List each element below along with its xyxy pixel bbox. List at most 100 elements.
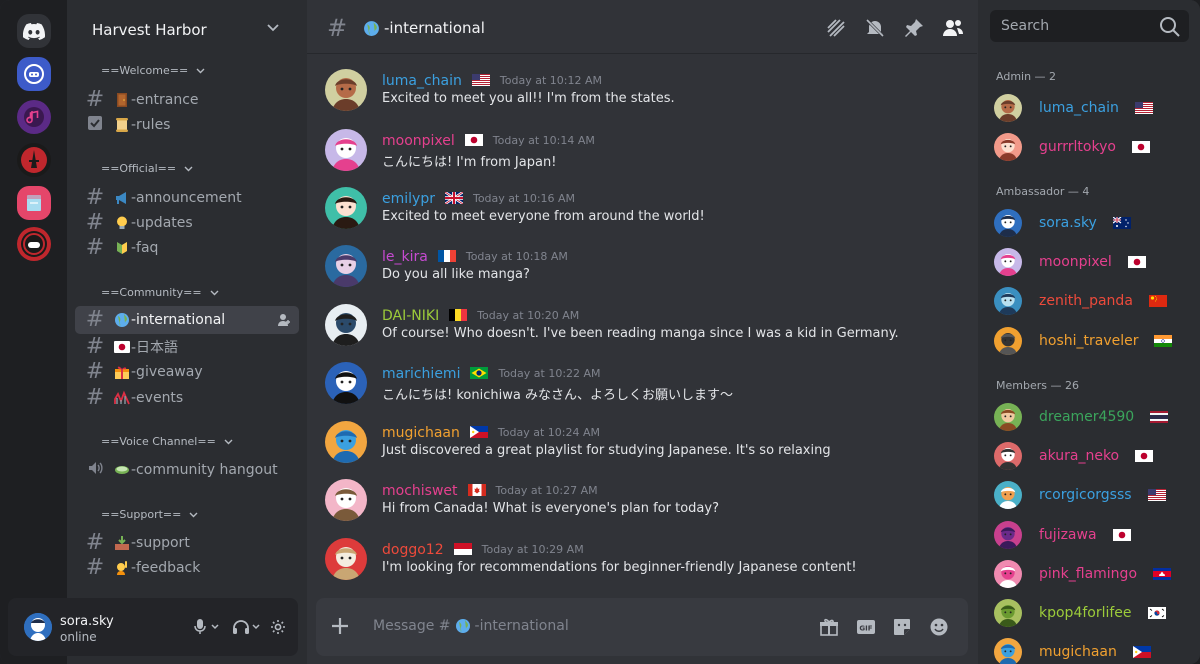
plus-icon[interactable]: [328, 614, 352, 638]
message-author[interactable]: doggo12: [382, 542, 444, 558]
server-icon-gamepad[interactable]: [17, 227, 51, 261]
avatar[interactable]: [325, 187, 367, 229]
avatar[interactable]: [325, 245, 367, 287]
member-name: mugichaan: [1039, 644, 1117, 661]
channel-announcement[interactable]: # -announcement: [75, 184, 299, 212]
avatar[interactable]: [325, 304, 367, 346]
message-header: luma_chain Today at 10:12 AM: [382, 71, 602, 90]
message-author[interactable]: mochiswet: [382, 483, 458, 499]
message-author[interactable]: DAI-NIKI: [382, 308, 439, 324]
channel-international[interactable]: # -international: [75, 306, 299, 334]
channel-giveaway[interactable]: # -giveaway: [75, 358, 299, 386]
channel-faq[interactable]: # -faq: [75, 234, 299, 262]
server-icon-game-controller[interactable]: [17, 57, 51, 91]
avatar[interactable]: [325, 362, 367, 404]
hash-icon: #: [85, 307, 105, 332]
member-item[interactable]: zenith_panda: [994, 285, 1194, 317]
message-author[interactable]: le_kira: [382, 249, 428, 265]
message-author[interactable]: emilypr: [382, 191, 435, 207]
chat-message: mochiswet Today at 10:27 AM Hi from Cana…: [325, 479, 965, 531]
notification-bell-muted-icon[interactable]: [865, 18, 885, 38]
category-welcome[interactable]: ==Welcome==: [101, 64, 205, 77]
gift-icon[interactable]: [819, 617, 839, 637]
channel-japanese[interactable]: # -日本語: [75, 333, 299, 361]
channel-label: -日本語: [131, 340, 179, 356]
avatar[interactable]: [325, 421, 367, 463]
message-input[interactable]: Message # -international: [373, 618, 569, 634]
emoji-icon[interactable]: [929, 617, 949, 637]
member-item[interactable]: mugichaan: [994, 636, 1194, 664]
channel-entrance[interactable]: # -entrance: [75, 86, 299, 114]
placeholder-channel: -international: [474, 618, 569, 634]
channel-label: -support: [131, 535, 190, 551]
microphone-icon[interactable]: [193, 619, 223, 635]
server-icon-notebook[interactable]: [17, 186, 51, 220]
member-item[interactable]: luma_chain: [994, 92, 1194, 124]
member-list-icon[interactable]: [942, 18, 964, 38]
threads-icon[interactable]: [826, 18, 846, 38]
category-label: ==Community==: [101, 286, 202, 299]
avatar[interactable]: [325, 479, 367, 521]
discord-home-icon[interactable]: [17, 14, 51, 48]
avatar[interactable]: [325, 538, 367, 580]
search-input[interactable]: Search: [990, 10, 1189, 42]
member-item[interactable]: dreamer4590: [994, 401, 1194, 433]
category-official[interactable]: ==Official==: [101, 162, 193, 175]
channel-support[interactable]: # -support: [75, 529, 299, 557]
avatar[interactable]: [24, 613, 52, 641]
hash-icon: #: [327, 14, 348, 42]
category-voice-channel[interactable]: ==Voice Channel==: [101, 435, 233, 448]
server-icon-tower[interactable]: [17, 143, 51, 177]
sticker-icon[interactable]: [892, 617, 912, 637]
member-item[interactable]: moonpixel: [994, 246, 1194, 278]
server-header[interactable]: Harvest Harbor: [67, 0, 307, 60]
chevron-down-icon: [184, 166, 193, 171]
channel-community-hangout[interactable]: -community hangout: [75, 456, 299, 484]
message-author[interactable]: moonpixel: [382, 133, 455, 149]
channel-updates[interactable]: # -updates: [75, 209, 299, 237]
server-icon-music[interactable]: [17, 100, 51, 134]
message-header: moonpixel Today at 10:14 AM: [382, 131, 595, 150]
headphones-icon[interactable]: [232, 619, 264, 635]
avatar[interactable]: [325, 129, 367, 171]
channel-label: -feedback: [131, 560, 201, 576]
settings-gear-icon[interactable]: [270, 619, 286, 635]
channel-label: -community hangout: [131, 462, 278, 478]
category-support[interactable]: ==Support==: [101, 508, 198, 521]
member-group-header: Admin — 2: [996, 70, 1057, 83]
channel-label: -giveaway: [131, 364, 203, 380]
megaphone-icon: [113, 189, 131, 207]
category-community[interactable]: ==Community==: [101, 286, 219, 299]
avatar: [994, 326, 1022, 355]
member-item[interactable]: kpop4forlifee: [994, 597, 1194, 629]
add-member-icon[interactable]: [277, 313, 291, 327]
member-item[interactable]: sora.sky: [994, 207, 1194, 239]
hash-icon: #: [85, 185, 105, 210]
channel-feedback[interactable]: # -feedback: [75, 554, 299, 582]
channel-events[interactable]: # -events: [75, 384, 299, 412]
member-name: zenith_panda: [1039, 293, 1133, 310]
message-composer[interactable]: Message # -international GIF: [316, 598, 968, 656]
member-item[interactable]: akura_neko: [994, 440, 1194, 472]
member-item[interactable]: rcorgicorgsss: [994, 479, 1194, 511]
member-item[interactable]: hoshi_traveler: [994, 325, 1194, 357]
message-text: Of course! Who doesn't. I've been readin…: [382, 326, 899, 341]
message-author[interactable]: marichiemi: [382, 366, 460, 382]
member-item[interactable]: gurrrltokyo: [994, 131, 1194, 163]
gif-icon[interactable]: GIF: [856, 617, 876, 637]
hash-icon: #: [85, 555, 105, 580]
pin-icon[interactable]: [904, 18, 924, 38]
hash-icon: #: [85, 334, 105, 359]
avatar[interactable]: [325, 69, 367, 111]
category-label: ==Voice Channel==: [101, 435, 216, 448]
member-item[interactable]: pink_flamingo: [994, 558, 1194, 590]
avatar: [994, 94, 1022, 122]
channel-rules[interactable]: -rules: [75, 111, 299, 139]
message-author[interactable]: mugichaan: [382, 425, 460, 441]
avatar: [994, 520, 1022, 549]
message-author[interactable]: luma_chain: [382, 73, 462, 89]
member-item[interactable]: fujizawa: [994, 519, 1194, 551]
hash-icon: #: [85, 87, 105, 112]
channel-label: -events: [131, 390, 184, 406]
globe-icon: [364, 20, 379, 36]
